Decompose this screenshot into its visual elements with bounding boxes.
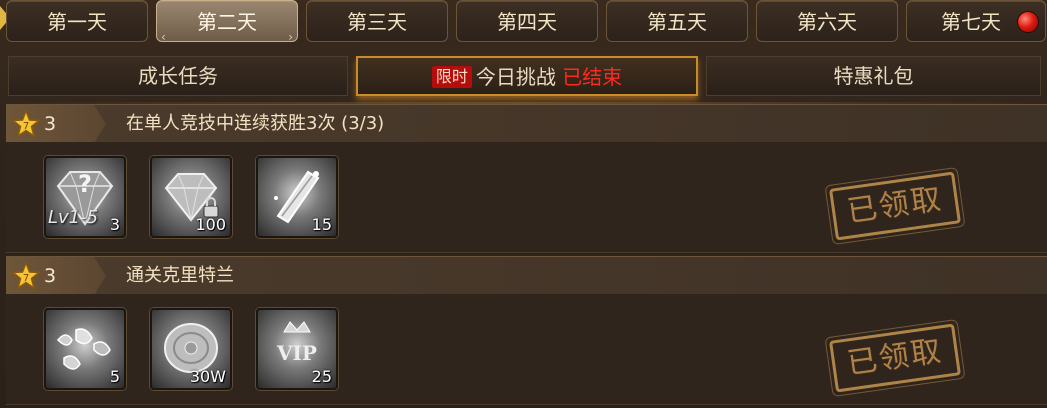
reward-quantity: 3 xyxy=(109,215,120,234)
reward-item[interactable]: 5 xyxy=(44,308,126,390)
task-star-count: 3 xyxy=(44,113,57,135)
reward-item[interactable]: 30W xyxy=(150,308,232,390)
task-title: 通关克里特兰 xyxy=(126,265,234,286)
tab-day-5[interactable]: 第五天 xyxy=(606,0,748,42)
tab-day-7-label: 第七天 xyxy=(941,10,1001,34)
day-tabs: 第一天 ‹ 第二天 › 第三天 第四天 第五天 第六天 第七天 xyxy=(0,0,1047,46)
task-header: 7 3 通关克里特兰 xyxy=(6,256,1047,295)
reward-quantity: 30W xyxy=(189,367,226,386)
claimed-stamp: 已领取 xyxy=(828,323,962,393)
svg-text:7: 7 xyxy=(23,121,29,132)
tab-day-7[interactable]: 第七天 xyxy=(906,0,1046,42)
svg-text:VIP: VIP xyxy=(276,341,317,365)
notification-dot-icon xyxy=(1017,11,1039,33)
task-rewards: ? Lv1-5 3 100 15 已领取 xyxy=(6,142,1047,253)
tab-day-5-label: 第五天 xyxy=(647,10,707,34)
svg-text:7: 7 xyxy=(23,273,29,284)
reward-quantity: 25 xyxy=(311,367,332,386)
daily-challenge-panel: 第一天 ‹ 第二天 › 第三天 第四天 第五天 第六天 第七天 成长任务 限时今… xyxy=(0,0,1047,408)
reward-item[interactable]: 100 xyxy=(150,156,232,238)
reward-item-label: Lv1-5 xyxy=(48,207,99,228)
reward-item[interactable]: VIP 25 xyxy=(256,308,338,390)
tab-day-3-label: 第三天 xyxy=(347,10,407,34)
tab-day-6[interactable]: 第六天 xyxy=(756,0,898,42)
tab-day-2[interactable]: ‹ 第二天 › xyxy=(156,0,298,44)
tab-daily-challenge-label: 今日挑战 xyxy=(475,65,556,89)
task-row: 7 3 在单人竞技中连续获胜3次 (3/3) ? Lv1-5 3 100 15 … xyxy=(6,104,1047,253)
tab-day-4-label: 第四天 xyxy=(497,10,557,34)
category-tabs: 成长任务 限时 今日挑战 已结束 特惠礼包 xyxy=(0,52,1047,100)
task-rewards: 5 30W VIP 25 已领取 xyxy=(6,294,1047,405)
limited-time-badge: 限时 xyxy=(431,66,472,88)
task-star-count: 3 xyxy=(44,265,57,287)
svg-text:?: ? xyxy=(78,170,92,198)
star-icon: 7 xyxy=(12,262,40,290)
tab-day-1[interactable]: 第一天 xyxy=(6,0,148,42)
challenge-ended-status: 已结束 xyxy=(562,65,623,89)
tab-day-3[interactable]: 第三天 xyxy=(306,0,448,42)
reward-item[interactable]: ? Lv1-5 3 xyxy=(44,156,126,238)
reward-quantity: 100 xyxy=(195,215,226,234)
tab-special-gift-label: 特惠礼包 xyxy=(833,64,914,88)
tab-daily-challenge[interactable]: 限时 今日挑战 已结束 xyxy=(356,56,698,96)
tab-day-6-label: 第六天 xyxy=(797,10,857,34)
tab-day-2-label: 第二天 xyxy=(197,10,257,34)
claimed-stamp: 已领取 xyxy=(828,171,962,241)
reward-item[interactable]: 15 xyxy=(256,156,338,238)
tab-growth-tasks[interactable]: 成长任务 xyxy=(8,56,348,96)
reward-quantity: 15 xyxy=(311,215,332,234)
tab-day-4[interactable]: 第四天 xyxy=(456,0,598,42)
star-icon: 7 xyxy=(12,110,40,138)
reward-quantity: 5 xyxy=(109,367,120,386)
task-title: 在单人竞技中连续获胜3次 (3/3) xyxy=(126,113,385,134)
task-row: 7 3 通关克里特兰 5 30W VIP 25 已领取 xyxy=(6,256,1047,405)
tab-day-1-label: 第一天 xyxy=(47,10,107,34)
tab-special-gift[interactable]: 特惠礼包 xyxy=(706,56,1041,96)
task-header: 7 3 在单人竞技中连续获胜3次 (3/3) xyxy=(6,104,1047,143)
tab-growth-tasks-label: 成长任务 xyxy=(138,64,218,88)
